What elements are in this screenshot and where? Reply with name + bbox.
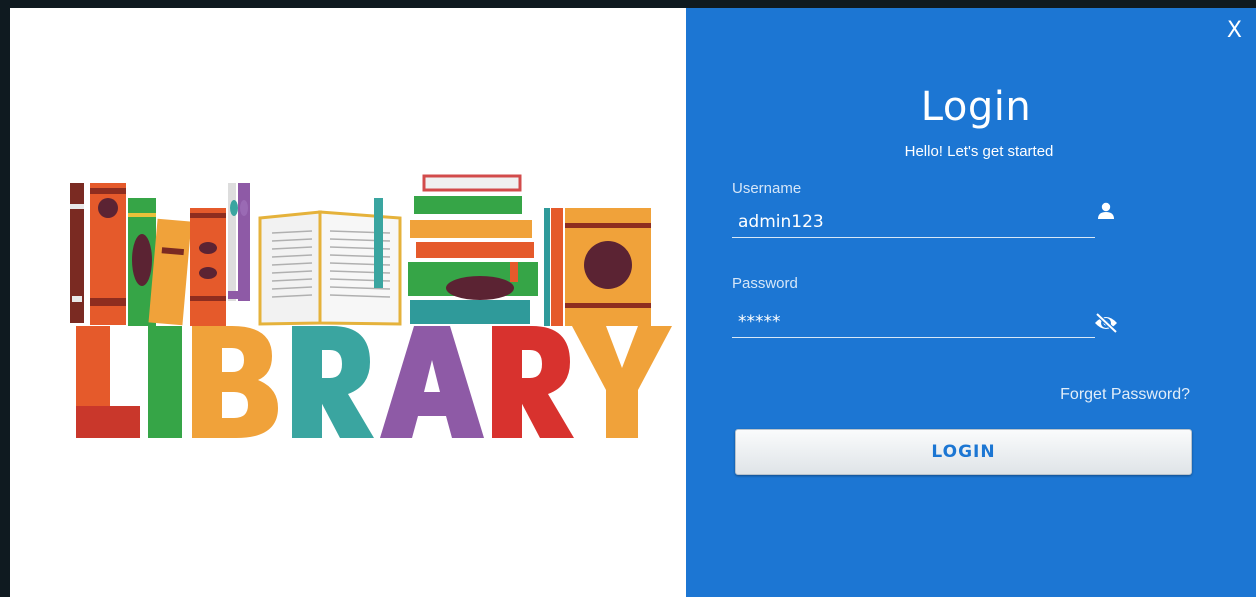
password-label: Password — [732, 275, 798, 292]
forgot-password-link[interactable]: Forget Password? — [1060, 386, 1190, 404]
login-window: X Login Hello! Let's get started Usernam… — [10, 8, 1256, 597]
library-lettering — [76, 326, 672, 438]
library-logo-illustration — [70, 174, 672, 438]
login-panel: X Login Hello! Let's get started Usernam… — [686, 8, 1256, 597]
login-subtitle: Hello! Let's get started — [904, 143, 1054, 160]
eye-slash-icon[interactable] — [1093, 310, 1119, 336]
login-button[interactable]: LOGIN — [735, 429, 1192, 475]
library-illustration-panel — [10, 8, 686, 597]
login-title: Login — [920, 84, 1032, 130]
close-button[interactable]: X — [1227, 18, 1242, 43]
books-illustration — [70, 174, 651, 326]
username-label: Username — [732, 180, 802, 197]
username-input[interactable] — [732, 207, 1095, 238]
password-input[interactable] — [732, 307, 1095, 338]
user-icon — [1093, 198, 1119, 224]
